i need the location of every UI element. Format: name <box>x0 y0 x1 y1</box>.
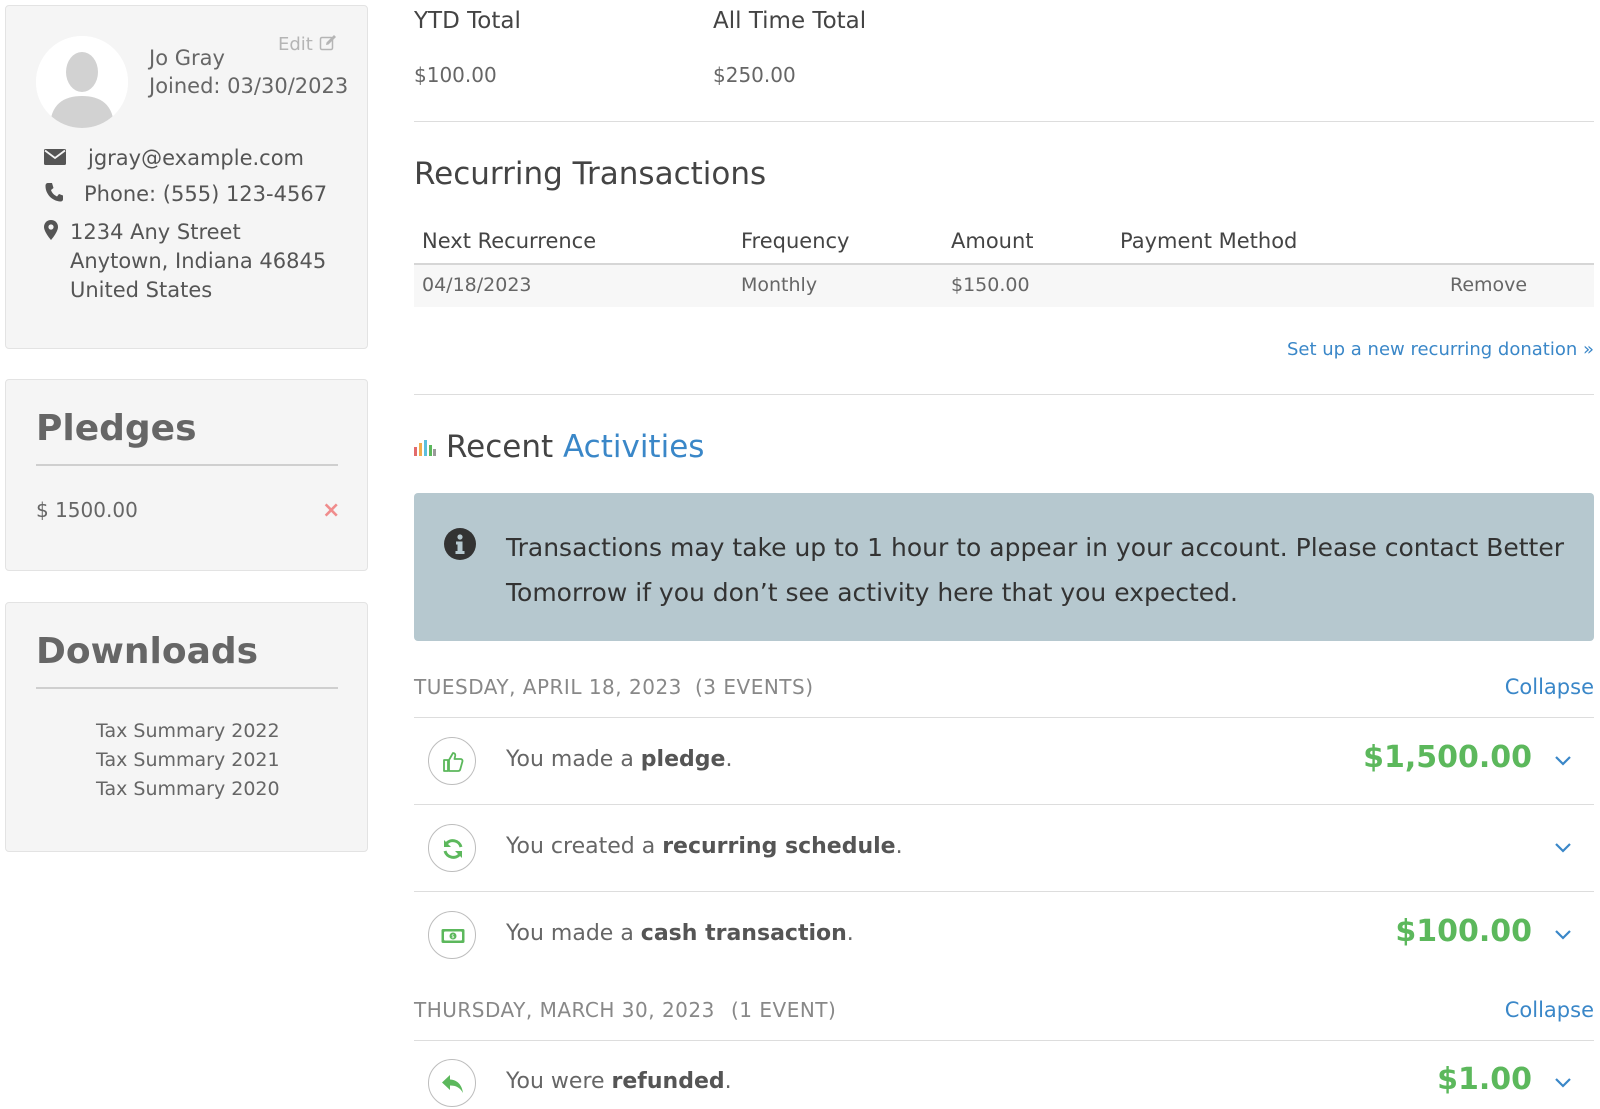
totals-divider <box>414 121 1594 122</box>
column-header-next-recurrence: Next Recurrence <box>422 229 597 253</box>
downloads-divider <box>36 687 338 689</box>
edit-label: Edit <box>278 34 313 55</box>
day-header-apr-18: TUESDAY, APRIL 18, 2023 (3 EVENTS) Colla… <box>414 671 1594 711</box>
thumbs-up-icon <box>428 737 476 785</box>
phone-number: Phone: (555) 123-4567 <box>84 182 328 206</box>
pledges-divider <box>36 464 338 466</box>
address-line-1: 1234 Any Street <box>70 220 241 244</box>
column-header-payment-method: Payment Method <box>1120 229 1298 253</box>
email-link[interactable]: jgray@example.com <box>88 146 304 170</box>
cell-frequency: Monthly <box>741 274 818 296</box>
download-link-tax-summary-2022[interactable]: Tax Summary 2022 <box>96 720 280 742</box>
event-description: You made a cash transaction. <box>506 921 854 946</box>
info-notice: Transactions may take up to 1 hour to ap… <box>414 493 1594 641</box>
collapse-link[interactable]: Collapse <box>1505 998 1594 1022</box>
chevron-down-icon[interactable] <box>1554 1074 1572 1093</box>
address: 1234 Any Street Anytown, Indiana 46845 U… <box>70 218 326 305</box>
day-event-count: (1 EVENT) <box>731 998 837 1022</box>
activity-bars-icon <box>414 428 436 464</box>
event-amount: $1,500.00 <box>1363 740 1532 775</box>
event-pledge[interactable]: You made a pledge. $1,500.00 <box>414 718 1594 804</box>
address-line-2: Anytown, Indiana 46845 <box>70 249 327 273</box>
downloads-card: Downloads Tax Summary 2022 Tax Summary 2… <box>5 602 368 852</box>
profile-joined-date: Joined: 03/30/2023 <box>149 74 349 98</box>
chevron-down-icon[interactable] <box>1554 839 1572 858</box>
recent-activities-title: Recent Activities <box>414 428 704 465</box>
day-date: THURSDAY, MARCH 30, 2023 <box>414 998 715 1022</box>
ytd-total-value: $100.00 <box>414 63 497 87</box>
edit-profile-link[interactable]: Edit <box>278 34 337 55</box>
edit-icon <box>319 35 336 51</box>
profile-card: Edit Jo Gray Joined: 03/30/2023 jgray@ex… <box>5 5 368 349</box>
remove-pledge-icon[interactable]: × <box>322 498 340 523</box>
column-header-amount: Amount <box>951 229 1034 253</box>
activities-link[interactable]: Activities <box>563 429 704 465</box>
refresh-icon <box>428 824 476 872</box>
event-description: You were refunded. <box>506 1069 732 1094</box>
event-cash-transaction[interactable]: $ You made a cash transaction. $100.00 <box>414 892 1594 978</box>
chevron-down-icon[interactable] <box>1554 926 1572 945</box>
column-header-frequency: Frequency <box>741 229 850 253</box>
avatar <box>36 36 128 128</box>
pledges-card: Pledges $ 1500.00 × <box>5 379 368 571</box>
event-description: You created a recurring schedule. <box>506 834 903 859</box>
cell-amount: $150.00 <box>951 274 1030 296</box>
recurring-transactions-title: Recurring Transactions <box>414 156 767 192</box>
envelope-icon <box>44 149 66 169</box>
cash-icon: $ <box>428 911 476 959</box>
address-line-3: United States <box>70 278 213 302</box>
all-time-total-value: $250.00 <box>713 63 796 87</box>
event-amount: $1.00 <box>1437 1062 1532 1097</box>
pledges-title: Pledges <box>36 408 197 449</box>
phone-icon <box>45 182 63 206</box>
chevron-down-icon[interactable] <box>1554 752 1572 771</box>
day-date: TUESDAY, APRIL 18, 2023 <box>414 675 682 699</box>
profile-name: Jo Gray <box>149 46 225 70</box>
recurring-divider <box>414 394 1594 395</box>
remove-recurring-link[interactable]: Remove <box>1450 274 1527 296</box>
reply-icon <box>428 1059 476 1107</box>
day-header-mar-30: THURSDAY, MARCH 30, 2023 (1 EVENT) Colla… <box>414 994 1594 1034</box>
pledge-amount: $ 1500.00 <box>36 498 138 522</box>
svg-text:$: $ <box>451 934 454 940</box>
collapse-link[interactable]: Collapse <box>1505 675 1594 699</box>
new-recurring-donation-link[interactable]: Set up a new recurring donation » <box>1287 339 1594 360</box>
event-description: You made a pledge. <box>506 747 733 772</box>
event-amount: $100.00 <box>1395 914 1532 949</box>
all-time-total-label: All Time Total <box>713 8 867 34</box>
event-recurring-schedule[interactable]: You created a recurring schedule. <box>414 805 1594 891</box>
info-icon <box>444 528 476 564</box>
notice-message: Transactions may take up to 1 hour to ap… <box>506 533 1564 607</box>
event-refunded[interactable]: You were refunded. $1.00 <box>414 1040 1594 1109</box>
download-link-tax-summary-2020[interactable]: Tax Summary 2020 <box>96 778 280 800</box>
recent-title-text: Recent <box>446 429 554 465</box>
day-event-count: (3 EVENTS) <box>695 675 814 699</box>
avatar-silhouette-icon <box>36 36 128 128</box>
cell-next-recurrence: 04/18/2023 <box>422 274 532 296</box>
download-link-tax-summary-2021[interactable]: Tax Summary 2021 <box>96 749 280 771</box>
downloads-title: Downloads <box>36 631 259 672</box>
table-row: 04/18/2023 Monthly $150.00 Remove <box>414 265 1594 307</box>
ytd-total-label: YTD Total <box>414 8 521 34</box>
map-marker-icon <box>44 220 58 244</box>
